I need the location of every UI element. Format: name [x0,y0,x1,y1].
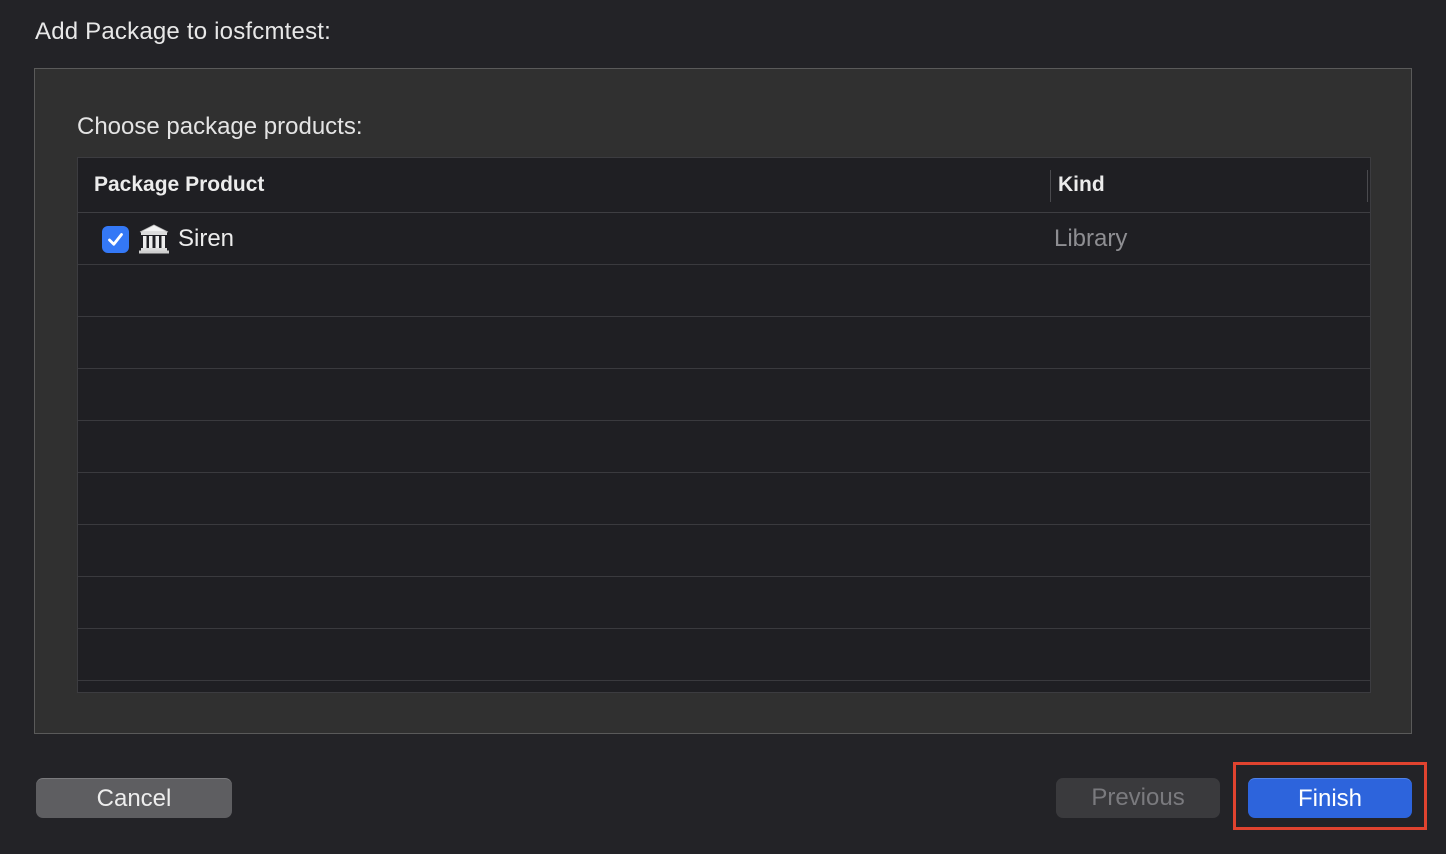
content-panel: Choose package products: Package Product… [34,68,1412,734]
cancel-button[interactable]: Cancel [36,778,232,818]
add-package-dialog: Add Package to iosfcmtest: Choose packag… [0,0,1446,854]
package-products-table: Package Product Kind Siren Library [77,157,1371,693]
table-row-empty [78,577,1370,629]
column-divider[interactable] [1050,170,1051,202]
previous-button[interactable]: Previous [1056,778,1220,818]
product-checkbox[interactable] [102,226,129,253]
table-row-empty [78,473,1370,525]
column-header-package-product[interactable]: Package Product [94,158,264,212]
table-row-empty [78,629,1370,681]
table-header: Package Product Kind [78,158,1370,213]
table-row-empty [78,421,1370,473]
column-divider[interactable] [1367,170,1368,202]
table-row-empty [78,525,1370,577]
checkmark-icon [108,233,123,246]
finish-button[interactable]: Finish [1248,778,1412,818]
library-icon [139,224,169,254]
table-row[interactable]: Siren Library [78,213,1370,265]
table-row-empty [78,369,1370,421]
table-row-empty [78,317,1370,369]
table-row-empty [78,681,1370,692]
section-label: Choose package products: [77,113,363,140]
product-name: Siren [178,225,235,252]
column-header-kind[interactable]: Kind [1058,158,1105,212]
table-body: Siren Library [78,213,1370,692]
dialog-title: Add Package to iosfcmtest: [35,18,332,45]
product-kind: Library [1054,225,1128,252]
table-row-empty [78,265,1370,317]
